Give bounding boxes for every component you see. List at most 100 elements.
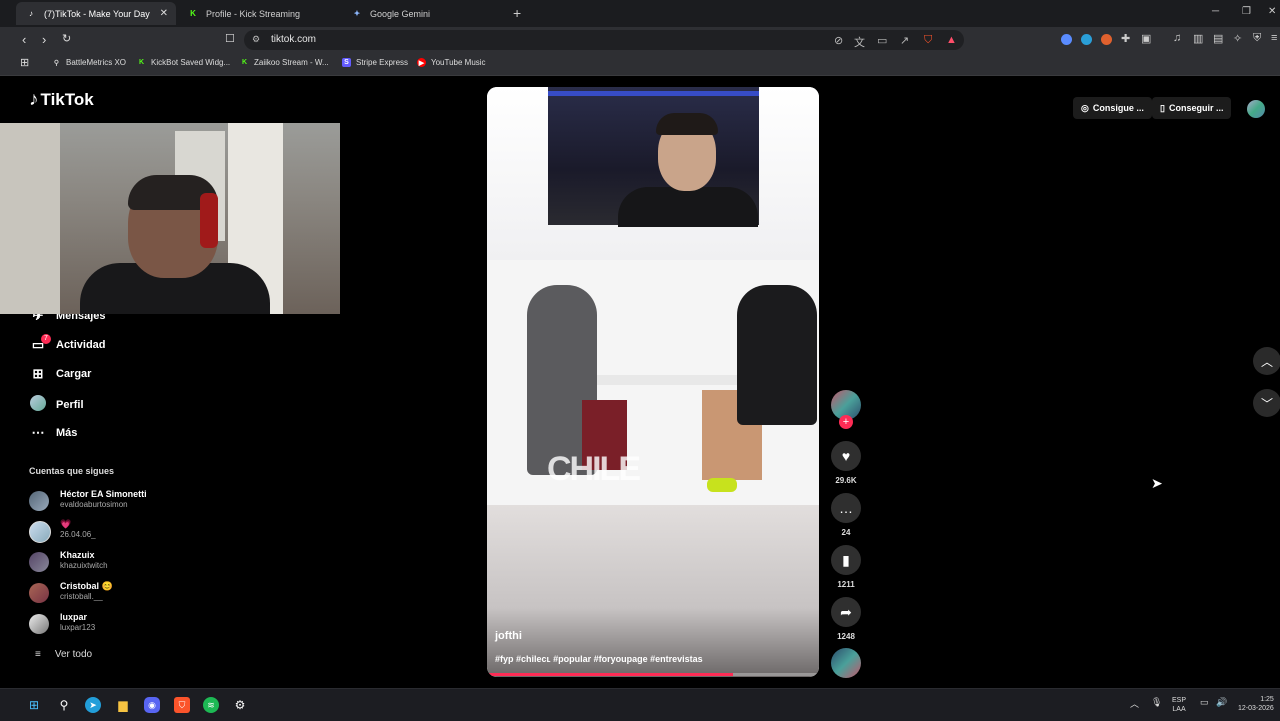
sidebar-item-label: Actividad: [56, 339, 106, 351]
volume-icon[interactable]: 🔊: [1216, 697, 1227, 708]
tiktok-logo[interactable]: ♪ TikTok: [29, 89, 94, 111]
leo-ai-icon[interactable]: ✧: [1233, 32, 1242, 45]
tab-kick[interactable]: K Profile - Kick Streaming: [178, 2, 338, 25]
account-handle: evaldoaburtosimon: [60, 500, 128, 509]
extension-icon[interactable]: [1081, 34, 1092, 45]
follow-plus-icon[interactable]: +: [839, 415, 853, 429]
bookmark-label: Stripe Express: [356, 58, 409, 67]
brave-rewards-icon[interactable]: ▲: [946, 34, 957, 46]
bookmark-item[interactable]: ⚲ BattleMetrics XO: [52, 58, 126, 67]
tab-gemini[interactable]: ✦ Google Gemini: [342, 2, 502, 25]
tray-expand-icon[interactable]: ︿: [1130, 697, 1139, 710]
video-progress-bar[interactable]: [487, 673, 819, 676]
kick-icon: K: [138, 59, 145, 66]
back-icon[interactable]: ‹: [22, 33, 26, 46]
tiktok-favicon-icon: ♪: [29, 9, 33, 18]
file-explorer-icon[interactable]: ▆: [115, 697, 131, 713]
gemini-favicon-icon: ✦: [353, 9, 361, 18]
sidebar-icon[interactable]: ▥: [1193, 32, 1203, 45]
webcam-background: [0, 123, 60, 314]
microphone-icon[interactable]: 🎙: [1151, 697, 1162, 708]
tiktok-note-icon: ♪: [29, 89, 39, 110]
address-bar[interactable]: ⚙ tiktok.com ⊘ 文 ▭ ↗ ⛉ ▲: [244, 30, 964, 50]
network-icon[interactable]: ▭: [1200, 697, 1209, 708]
more-icon: ⋯: [31, 425, 45, 440]
extension-icon[interactable]: [1061, 34, 1072, 45]
avatar: [29, 395, 47, 414]
sidebar-item-cargar[interactable]: ⊞ Cargar: [29, 366, 92, 382]
bookmark-item[interactable]: K KickBot Saved Widg...: [137, 58, 230, 67]
profile-avatar[interactable]: [1247, 100, 1265, 118]
media-icon[interactable]: ⊘: [834, 34, 843, 47]
bookmark-icon: ▮: [831, 545, 861, 575]
bookmark-item[interactable]: S Stripe Express: [342, 58, 408, 67]
tab-search-icon[interactable]: ▣: [1141, 32, 1151, 45]
account-name: Khazuix: [60, 550, 95, 560]
bookmark-icon[interactable]: ☐: [225, 33, 235, 46]
sound-disc-icon[interactable]: [831, 648, 861, 678]
extension-icon[interactable]: [1101, 34, 1112, 45]
vpn-icon[interactable]: ⛨: [1253, 32, 1261, 45]
close-tab-icon[interactable]: ✕: [160, 8, 168, 19]
search-icon[interactable]: ⚲: [56, 697, 72, 713]
candidate-person: [737, 285, 817, 425]
share-icon[interactable]: ↗: [900, 34, 909, 47]
see-all-button[interactable]: ≡ Ver todo: [35, 649, 92, 660]
taskbar: ⊞ ⚲ ➤ ▆ ◉ ⛉ ≋ ⚙ ︿ 🎙 ESP LAA ▭ 🔊 1:25 12-…: [0, 688, 1280, 721]
next-video-button[interactable]: ﹀: [1253, 389, 1280, 417]
sidebar-item-mas[interactable]: ⋯ Más: [29, 425, 78, 441]
language-indicator[interactable]: ESP LAA: [1172, 696, 1186, 714]
previous-video-button[interactable]: ︿: [1253, 347, 1280, 375]
video-author[interactable]: jofthi: [495, 630, 522, 642]
led-strip: [548, 91, 759, 96]
brave-shield-icon[interactable]: ⛉: [924, 34, 932, 47]
phone-icon: ▯: [1160, 102, 1165, 113]
minimize-icon[interactable]: ─: [1212, 6, 1219, 17]
get-coins-button[interactable]: ◎ Consigue ...: [1073, 97, 1152, 119]
video-interview-scene: CHILE: [487, 260, 819, 505]
telegram-icon[interactable]: ➤: [85, 697, 101, 713]
sidebar-item-perfil[interactable]: Perfil: [29, 395, 84, 414]
comment-button[interactable]: … 24: [831, 493, 861, 537]
button-label: Consigue ...: [1092, 103, 1144, 113]
translate-icon[interactable]: 文: [854, 34, 865, 50]
avatar: [29, 552, 49, 572]
tab-label: Google Gemini: [370, 8, 431, 19]
account-handle: luxpar123: [60, 623, 96, 632]
music-icon[interactable]: ♫: [1173, 32, 1181, 44]
windows-start-icon[interactable]: ⊞: [26, 697, 42, 713]
comment-count: 24: [841, 528, 851, 537]
save-button[interactable]: ▮ 1211: [831, 545, 861, 589]
reload-icon[interactable]: ↻: [62, 33, 71, 46]
maximize-icon[interactable]: ❐: [1242, 6, 1251, 17]
new-tab-button[interactable]: +: [513, 5, 521, 21]
app-icon[interactable]: ⚙: [232, 697, 248, 713]
forward-icon[interactable]: ›: [42, 33, 46, 46]
menu-icon[interactable]: ≡: [1271, 32, 1277, 44]
discord-icon[interactable]: ◉: [144, 697, 160, 713]
clock[interactable]: 1:25 12-03-2026: [1238, 695, 1274, 713]
comment-icon: …: [831, 493, 861, 523]
site-info-icon[interactable]: ⚙: [252, 34, 260, 45]
spotify-icon[interactable]: ≋: [203, 697, 219, 713]
bookmark-item[interactable]: K Zaiikoo Stream - W...: [240, 58, 329, 67]
bookmark-item[interactable]: ▶ YouTube Music: [417, 58, 486, 67]
puzzle-extensions-icon[interactable]: ✚: [1121, 32, 1130, 45]
coin-icon: ◎: [1081, 102, 1089, 113]
cast-icon[interactable]: ▭: [877, 34, 887, 47]
wallet-icon[interactable]: ▤: [1213, 32, 1223, 45]
apps-grid-icon[interactable]: ⊞: [20, 56, 29, 69]
save-count: 1211: [837, 580, 855, 589]
video-player[interactable]: CHILE jofthi #fyp #chileᴄʟ #popular #for…: [487, 87, 819, 677]
brave-icon[interactable]: ⛉: [174, 697, 190, 713]
get-app-button[interactable]: ▯ Conseguir ...: [1152, 97, 1232, 119]
share-button[interactable]: ➦ 1248: [831, 597, 861, 641]
video-frame: [487, 505, 819, 677]
avatar: [29, 521, 51, 543]
chevron-up-icon: ︿: [1260, 354, 1273, 369]
video-person: [656, 113, 718, 135]
tab-tiktok[interactable]: ♪ (7)TikTok - Make Your Day ✕: [16, 2, 176, 25]
close-window-icon[interactable]: ✕: [1268, 6, 1276, 17]
video-caption[interactable]: #fyp #chileᴄʟ #popular #foryoupage #entr…: [495, 654, 703, 664]
like-button[interactable]: ♥ 29.6K: [831, 441, 861, 485]
